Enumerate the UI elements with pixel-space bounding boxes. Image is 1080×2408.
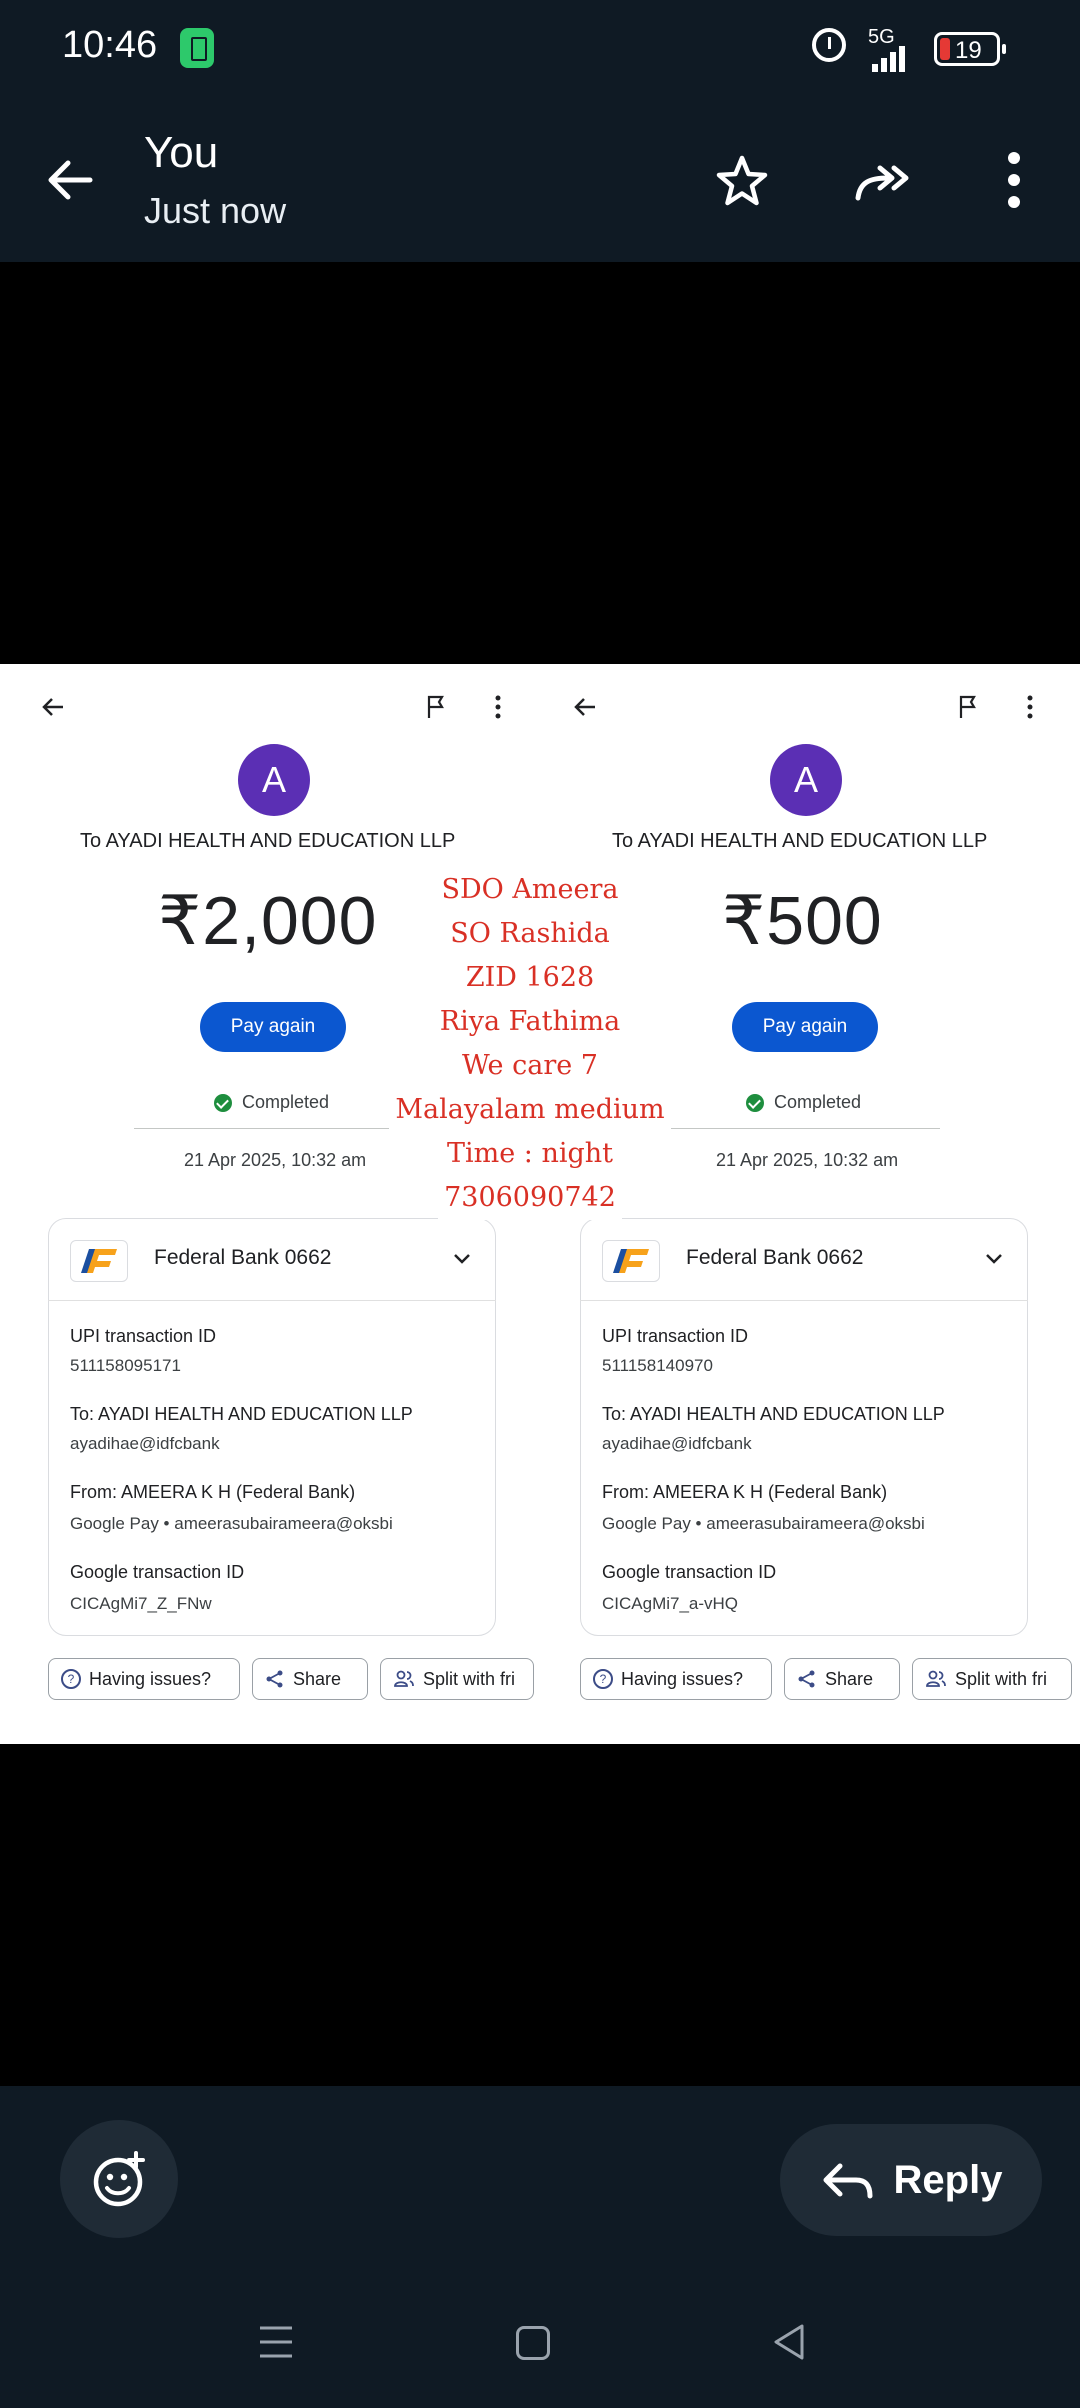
back-arrow-icon[interactable]: [40, 150, 100, 210]
flag-icon: [959, 695, 976, 718]
share-chip: Share: [252, 1658, 368, 1700]
transaction-datetime: 21 Apr 2025, 10:32 am: [184, 1150, 367, 1170]
google-txn-label: Google transaction ID: [602, 1562, 777, 1582]
reply-icon: [823, 2163, 873, 2199]
bank-name: Federal Bank 0662: [154, 1246, 332, 1269]
check-icon: [746, 1093, 764, 1112]
overlay-line: ZID 1628: [459, 956, 601, 1000]
chevron-down-icon: [986, 1254, 1002, 1264]
bank-name: Federal Bank 0662: [686, 1246, 864, 1269]
share-icon: [266, 1670, 283, 1688]
upi-label: UPI transaction ID: [602, 1326, 749, 1346]
to-label: To: AYADI HEALTH AND EDUCATION LLP: [70, 1404, 413, 1424]
federal-bank-logo: [602, 1240, 660, 1282]
more-options-icon[interactable]: [996, 148, 1032, 212]
split-chip: Split with fri: [380, 1658, 534, 1700]
nav-back-icon[interactable]: [772, 2322, 806, 2362]
upi-label: UPI transaction ID: [70, 1326, 217, 1346]
payee-name: To AYADI HEALTH AND EDUCATION LLP: [80, 830, 456, 852]
amount: ₹500: [722, 883, 883, 959]
share-icon: [798, 1670, 815, 1688]
google-txn-id: CICAgMi7_a-vHQ: [602, 1594, 739, 1613]
from-value: Google Pay • ameerasubairameera@oksbi: [602, 1514, 925, 1533]
divider: [670, 1128, 940, 1129]
forward-icon[interactable]: [852, 152, 922, 212]
charging-icon: [180, 28, 214, 68]
upi-id: 511158095171: [70, 1356, 181, 1375]
overlay-note: SDO Ameera SO Rashida ZID 1628 Riya Fath…: [360, 868, 700, 1220]
avatar: A: [238, 744, 310, 816]
people-icon: [394, 1670, 414, 1687]
status-completed: Completed: [214, 1092, 329, 1113]
avatar: A: [770, 744, 842, 816]
from-label: From: AMEERA K H (Federal Bank): [602, 1482, 888, 1502]
help-icon: ?: [61, 1669, 81, 1689]
card-divider: [48, 1300, 496, 1301]
shared-image[interactable]: A To AYADI HEALTH AND EDUCATION LLP ₹2,0…: [0, 664, 1080, 1744]
recent-apps-icon[interactable]: [258, 2324, 294, 2360]
google-txn-id: CICAgMi7_Z_FNw: [70, 1594, 212, 1613]
add-emoji-icon: [93, 2151, 145, 2207]
more-options-icon: [495, 695, 501, 719]
pay-again-button: Pay again: [200, 1002, 346, 1052]
help-icon: ?: [593, 1669, 613, 1689]
status-time: 10:46: [62, 24, 158, 66]
battery-level: 19: [955, 37, 982, 64]
overlay-line: SO Rashida: [444, 912, 616, 956]
status-label: Completed: [774, 1092, 862, 1112]
overlay-line: 7306090742: [438, 1176, 622, 1220]
card-divider: [580, 1300, 1028, 1301]
people-icon: [926, 1670, 946, 1687]
chevron-down-icon: [454, 1254, 470, 1264]
overlay-line: Malayalam medium: [389, 1088, 671, 1132]
signal-icon: [872, 46, 908, 72]
overlay-line: Time : night: [440, 1132, 620, 1176]
alarm-icon: [812, 28, 846, 62]
status-bar: [0, 0, 1080, 100]
upi-id: 511158140970: [602, 1356, 713, 1375]
more-options-icon: [1027, 695, 1033, 719]
status-label: Completed: [242, 1092, 330, 1112]
reply-button[interactable]: Reply: [780, 2124, 1042, 2236]
overlay-line: SDO Ameera: [435, 868, 625, 912]
from-label: From: AMEERA K H (Federal Bank): [70, 1482, 356, 1502]
add-reaction-button[interactable]: [60, 2120, 178, 2238]
to-value: ayadihae@idfcbank: [602, 1434, 752, 1453]
reply-label: Reply: [893, 2157, 1003, 2202]
flag-icon: [427, 695, 444, 718]
from-value: Google Pay • ameerasubairameera@oksbi: [70, 1514, 393, 1533]
to-label: To: AYADI HEALTH AND EDUCATION LLP: [602, 1404, 945, 1424]
sender-name: You: [144, 128, 219, 177]
transaction-datetime: 21 Apr 2025, 10:32 am: [716, 1150, 899, 1170]
overlay-line: We care 7: [456, 1044, 604, 1088]
split-chip: Split with fri: [912, 1658, 1072, 1700]
back-arrow-icon: [574, 698, 595, 716]
back-arrow-icon: [42, 698, 63, 716]
check-icon: [214, 1093, 232, 1112]
status-completed: Completed: [746, 1092, 861, 1113]
having-issues-chip: ? Having issues?: [580, 1658, 772, 1700]
share-chip: Share: [784, 1658, 900, 1700]
to-value: ayadihae@idfcbank: [70, 1434, 220, 1453]
battery-icon: 19: [934, 32, 1006, 66]
overlay-line: Riya Fathima: [433, 1000, 627, 1044]
pay-again-button: Pay again: [732, 1002, 878, 1052]
home-icon[interactable]: [516, 2326, 550, 2360]
federal-bank-logo: [70, 1240, 128, 1282]
google-txn-label: Google transaction ID: [70, 1562, 245, 1582]
message-time: Just now: [144, 190, 287, 231]
amount: ₹2,000: [158, 883, 378, 959]
star-icon[interactable]: [712, 152, 772, 212]
having-issues-chip: ? Having issues?: [48, 1658, 240, 1700]
payee-name: To AYADI HEALTH AND EDUCATION LLP: [612, 830, 988, 852]
